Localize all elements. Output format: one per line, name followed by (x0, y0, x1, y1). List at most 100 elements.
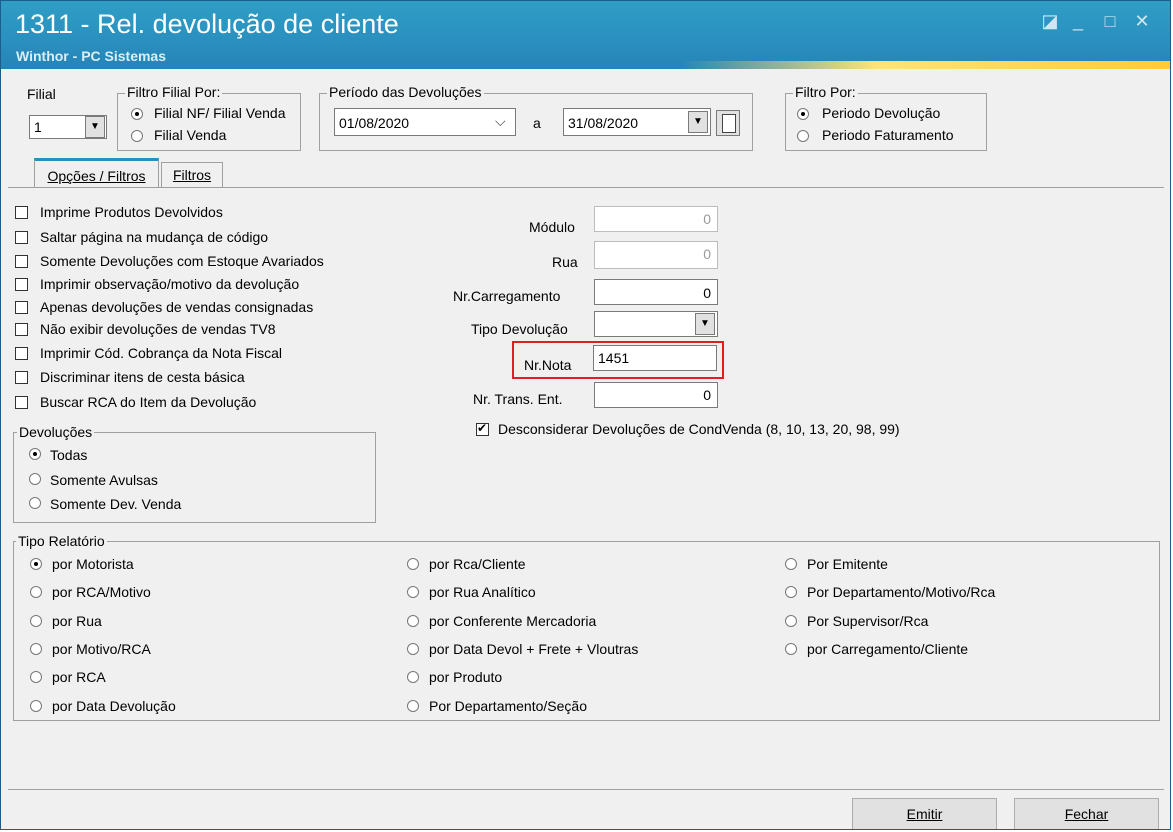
radio-todas-label: Todas (50, 447, 88, 463)
filtro-por-legend: Filtro Por: (793, 84, 858, 100)
maximize-button[interactable]: □ (1099, 11, 1121, 31)
tipo-relatorio-radio-label: por Data Devol + Frete + Vloutras (429, 641, 639, 657)
emitir-button[interactable]: Emitir (852, 798, 997, 829)
radio-periodo-devolucao-label: Periodo Devolução (822, 105, 941, 121)
tipo-relatorio-radio[interactable] (30, 700, 42, 712)
option-checkbox-label: Imprimir observação/motivo da devolução (40, 276, 300, 292)
tipo-relatorio-radio[interactable] (785, 558, 797, 570)
calendar-button[interactable] (716, 110, 740, 136)
tipo-relatorio-radio[interactable] (407, 586, 419, 598)
carregamento-label: Nr.Carregamento (453, 288, 561, 304)
tipo-relatorio-radio[interactable] (30, 643, 42, 655)
tipo-relatorio-radio[interactable] (785, 586, 797, 598)
option-checkbox[interactable] (15, 396, 28, 409)
radio-filial-venda[interactable] (131, 130, 143, 142)
option-checkbox[interactable] (15, 231, 28, 244)
tab-opcoes-filtros[interactable]: Opções / Filtros (34, 158, 159, 188)
option-checkbox-label: Imprime Produtos Devolvidos (40, 204, 223, 220)
tipo-relatorio-radio-label: Por Departamento/Motivo/Rca (807, 584, 996, 600)
restore-icon[interactable]: ◪ (1039, 11, 1061, 31)
chevron-down-icon[interactable]: ⌵ (495, 113, 506, 130)
tipo-relatorio-radio[interactable] (407, 615, 419, 627)
tipo-relatorio-radio-label: por Rua Analítico (429, 584, 536, 600)
tipo-relatorio-radio[interactable] (407, 558, 419, 570)
tipo-relatorio-radio-label: por Conferente Mercadoria (429, 613, 597, 629)
close-button[interactable]: ✕ (1131, 11, 1153, 31)
devolucoes-legend: Devoluções (17, 424, 95, 440)
option-checkbox[interactable] (15, 371, 28, 384)
option-checkbox[interactable] (15, 323, 28, 336)
radio-somente-dev-venda-label: Somente Dev. Venda (50, 496, 182, 512)
tipo-relatorio-radio[interactable] (785, 615, 797, 627)
tab-filtros[interactable]: Filtros (161, 162, 223, 187)
trans-ent-label: Nr. Trans. Ent. (473, 391, 563, 407)
desconsiderar-label: Desconsiderar Devoluções de CondVenda (8… (498, 421, 900, 437)
filial-select[interactable]: 1 ▼ (29, 115, 107, 139)
option-checkbox[interactable] (15, 301, 28, 314)
modulo-input[interactable]: 0 (594, 206, 718, 232)
chevron-down-icon[interactable]: ▼ (695, 313, 715, 335)
option-checkbox-label: Somente Devoluções com Estoque Avariados (40, 253, 324, 269)
radio-somente-dev-venda[interactable] (29, 497, 41, 509)
option-checkbox-label: Buscar RCA do Item da Devolução (40, 394, 257, 410)
tipo-relatorio-radio[interactable] (30, 558, 42, 570)
nota-input[interactable]: 1451 (593, 345, 717, 371)
periodo-start-input[interactable]: 01/08/2020 ⌵ (334, 108, 516, 136)
tipo-relatorio-radio-label: por RCA (52, 669, 106, 685)
option-checkbox-label: Apenas devoluções de vendas consignadas (40, 299, 314, 315)
title-bar[interactable]: 1311 - Rel. devolução de cliente Winthor… (1, 1, 1170, 69)
option-checkbox[interactable] (15, 347, 28, 360)
tipo-devolucao-label: Tipo Devolução (471, 321, 568, 337)
tab-divider (8, 187, 1164, 188)
radio-todas[interactable] (29, 448, 41, 460)
radio-filial-nf-venda[interactable] (131, 108, 143, 120)
tipo-relatorio-radio[interactable] (785, 643, 797, 655)
fechar-button[interactable]: Fechar (1014, 798, 1159, 829)
tipo-relatorio-legend: Tipo Relatório (16, 533, 107, 549)
chevron-down-icon[interactable]: ▼ (688, 111, 708, 133)
tipo-relatorio-radio[interactable] (407, 671, 419, 683)
option-checkbox[interactable] (15, 255, 28, 268)
tipo-relatorio-radio-label: Por Emitente (807, 556, 888, 572)
tipo-relatorio-radio[interactable] (407, 643, 419, 655)
trans-ent-input[interactable]: 0 (594, 382, 718, 408)
periodo-end-input[interactable]: 31/08/2020 ▼ (563, 108, 711, 136)
tipo-relatorio-radio[interactable] (407, 700, 419, 712)
filial-label: Filial (27, 86, 56, 102)
rua-input[interactable]: 0 (594, 241, 718, 269)
tipo-relatorio-radio[interactable] (30, 586, 42, 598)
bottom-divider (8, 789, 1164, 790)
tipo-relatorio-radio-label: por Produto (429, 669, 503, 685)
window-subtitle: Winthor - PC Sistemas (16, 48, 167, 64)
minimize-button[interactable]: _ (1067, 11, 1089, 31)
desconsiderar-checkbox[interactable] (476, 421, 489, 436)
tipo-relatorio-radio-label: por Motorista (52, 556, 134, 572)
radio-periodo-faturamento-label: Periodo Faturamento (822, 127, 954, 143)
tipo-relatorio-radio[interactable] (30, 671, 42, 683)
radio-periodo-devolucao[interactable] (797, 108, 809, 120)
tipo-relatorio-radio-label: por RCA/Motivo (52, 584, 151, 600)
filtro-por-group: Filtro Por: Periodo Devolução Periodo Fa… (785, 84, 987, 151)
periodo-end-value: 31/08/2020 (568, 115, 639, 131)
filtro-filial-legend: Filtro Filial Por: (125, 84, 223, 100)
radio-filial-nf-venda-label: Filial NF/ Filial Venda (154, 105, 286, 121)
option-checkbox-label: Discriminar itens de cesta básica (40, 369, 245, 385)
carregamento-input[interactable]: 0 (594, 279, 718, 305)
filial-value: 1 (34, 119, 42, 135)
radio-somente-avulsas[interactable] (29, 473, 41, 485)
title-bar-decoration (681, 61, 1170, 69)
tipo-relatorio-radio-label: Por Departamento/Seção (429, 698, 587, 714)
option-checkbox[interactable] (15, 278, 28, 291)
devolucoes-group: Devoluções Todas Somente Avulsas Somente… (13, 424, 376, 523)
tipo-relatorio-radio-label: por Carregamento/Cliente (807, 641, 969, 657)
periodo-group: Período das Devoluções 01/08/2020 ⌵ a 31… (319, 84, 753, 151)
chevron-down-icon[interactable]: ▼ (85, 116, 105, 138)
tipo-relatorio-radio[interactable] (30, 615, 42, 627)
periodo-legend: Período das Devoluções (327, 84, 484, 100)
radio-periodo-faturamento[interactable] (797, 130, 809, 142)
option-checkbox[interactable] (15, 206, 28, 219)
periodo-start-value: 01/08/2020 (339, 115, 410, 131)
tipo-devolucao-select[interactable]: ▼ (594, 311, 718, 337)
option-checkbox-label: Imprimir Cód. Cobrança da Nota Fiscal (40, 345, 282, 361)
option-checkbox-label: Não exibir devoluções de vendas TV8 (40, 321, 276, 337)
